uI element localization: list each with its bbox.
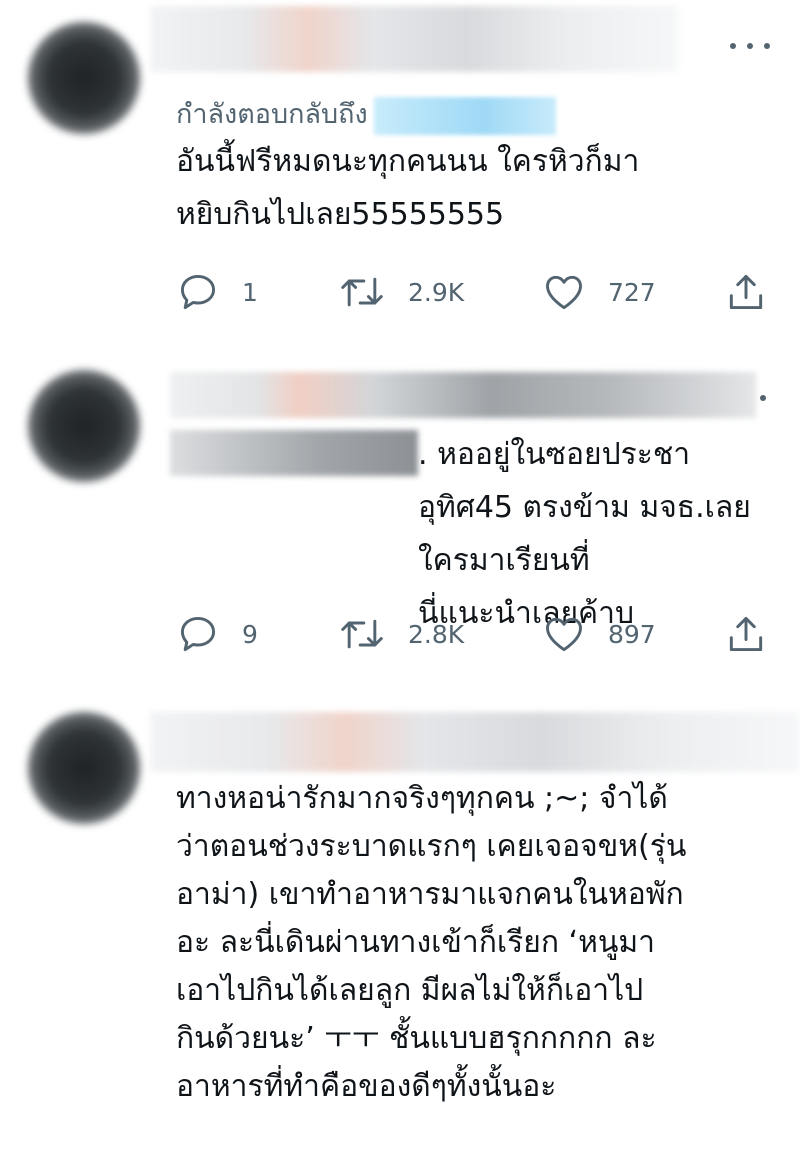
replying-to-line: กำลังตอบกลับถึง [176,92,556,135]
share-button[interactable] [724,270,768,314]
tweet-text: อันนี้ฟรีหมดนะทุกคนนน ใครหิวก็มา หยิบกิน… [176,144,640,232]
blurred-username [150,6,678,72]
replying-to-label: กำลังตอบกลับถึง [176,99,368,130]
retweet-count: 2.9K [408,277,465,307]
tweet-actions: 9 2.8K 897 [176,612,776,656]
share-button[interactable] [724,612,768,656]
heart-icon [546,617,582,652]
reply-count: 9 [242,619,258,649]
avatar[interactable] [28,370,140,482]
share-icon [729,616,763,652]
reply-button[interactable]: 9 [176,612,258,656]
blurred-handle [170,430,418,476]
tweet-text: ทางหอน่ารักมากจริงๆทุกคน ;~; จำได้ ว่าตอ… [176,781,687,1104]
more-options-icon[interactable] [760,392,770,404]
heart-icon [546,275,582,310]
reply-icon [180,616,216,652]
tweet-1: กำลังตอบกลับถึง อันนี้ฟรีหมดนะทุกคนนน ใค… [0,0,800,340]
tweet-actions: 1 2.9K 727 [176,270,776,314]
retweet-button[interactable]: 2.9K [338,270,464,314]
more-options-icon[interactable] [730,40,770,52]
avatar[interactable] [28,712,140,824]
avatar[interactable] [28,22,140,134]
reply-icon [180,274,216,310]
reply-count: 1 [242,277,258,307]
retweet-icon [341,277,383,307]
share-icon [729,274,763,310]
like-count: 897 [608,619,656,649]
retweet-button[interactable]: 2.8K [338,612,464,656]
like-button[interactable]: 897 [542,612,656,656]
like-count: 727 [608,277,656,307]
blurred-username [150,712,800,772]
retweet-icon [341,619,383,649]
reply-button[interactable]: 1 [176,270,258,314]
blurred-mention-link[interactable] [373,96,556,135]
tweet-text: . หออยู่ในซอยประชา อุทิศ45 ตรงข้าม มจธ.เ… [418,437,751,631]
blurred-username [170,372,756,418]
like-button[interactable]: 727 [542,270,656,314]
retweet-count: 2.8K [408,619,465,649]
